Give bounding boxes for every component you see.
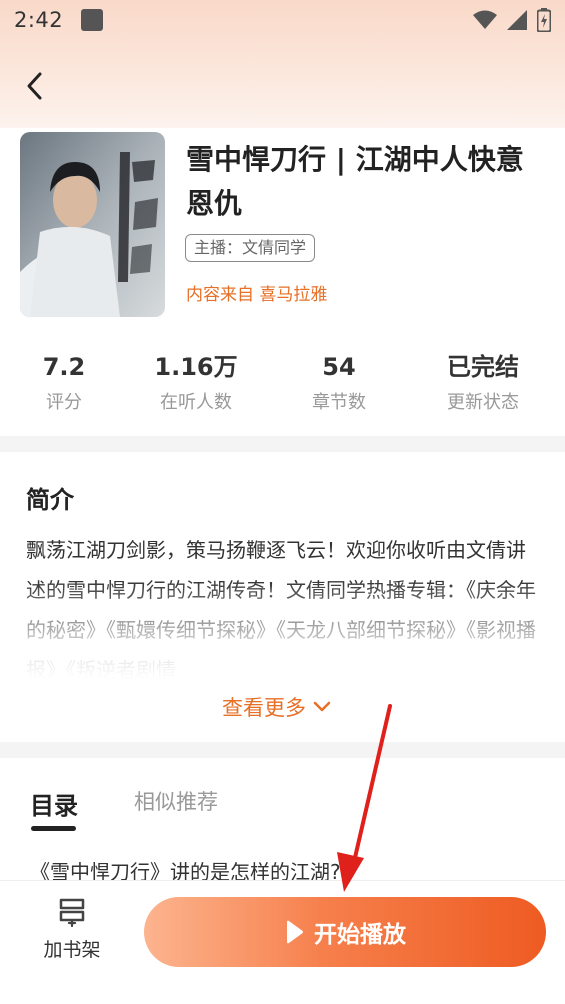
see-more-label: 查看更多 (222, 696, 306, 720)
status-time: 2:42 (14, 8, 64, 32)
host-tag[interactable]: 主播：文倩同学 (185, 234, 316, 262)
stat-label: 更新状态 (447, 392, 519, 413)
album-cover[interactable] (20, 132, 165, 317)
intro-heading: 简介 (26, 486, 74, 514)
bookshelf-icon (59, 898, 85, 928)
stat-listeners: 1.16万 在听人数 (136, 350, 256, 414)
battery-icon (537, 8, 551, 32)
stat-label: 在听人数 (160, 392, 232, 413)
chevron-left-icon (27, 72, 42, 100)
tab-similar[interactable]: 相似推荐 (134, 786, 218, 816)
album-info-card: 雪中悍刀行 | 江湖中人快意恩仇 主播：文倩同学 内容来自 喜马拉雅 7.2 评… (0, 128, 565, 436)
signal-icon (507, 10, 527, 30)
stat-chapters: 54 章节数 (279, 350, 399, 414)
stat-label: 评分 (46, 392, 82, 413)
play-icon (287, 920, 303, 944)
start-play-button[interactable]: 开始播放 (144, 897, 546, 967)
status-bar: 2:42 (0, 0, 565, 40)
back-button[interactable] (16, 68, 52, 104)
stat-value: 7.2 (42, 353, 86, 381)
stat-value: 已完结 (447, 353, 519, 381)
bottom-bar: 加书架 开始播放 (0, 880, 565, 1004)
stat-label: 章节数 (312, 392, 366, 413)
stat-value: 1.16万 (154, 353, 238, 381)
tab-underline (31, 826, 76, 831)
stat-value: 54 (322, 353, 356, 381)
start-play-label: 开始播放 (314, 922, 406, 948)
content-source: 内容来自 喜马拉雅 (186, 285, 328, 305)
notification-icon (81, 9, 104, 31)
album-title: 雪中悍刀行 | 江湖中人快意恩仇 (186, 143, 524, 220)
add-to-shelf-button[interactable]: 加书架 (36, 897, 108, 962)
add-to-shelf-label: 加书架 (43, 939, 101, 961)
tab-catalog[interactable]: 目录 (30, 786, 78, 821)
intro-card: 简介 飘荡江湖刀剑影，策马扬鞭逐飞云！欢迎你收听由文倩讲述的雪中悍刀行的江湖传奇… (0, 452, 565, 742)
stat-status: 已完结 更新状态 (423, 350, 543, 414)
status-icons (473, 8, 551, 32)
intro-text: 飘荡江湖刀剑影，策马扬鞭逐飞云！欢迎你收听由文倩讲述的雪中悍刀行的江湖传奇！文倩… (26, 538, 536, 682)
wifi-icon (473, 10, 497, 29)
chevron-down-icon (313, 701, 331, 712)
see-more-button[interactable]: 查看更多 (222, 692, 332, 722)
stat-rating: 7.2 评分 (4, 350, 124, 414)
